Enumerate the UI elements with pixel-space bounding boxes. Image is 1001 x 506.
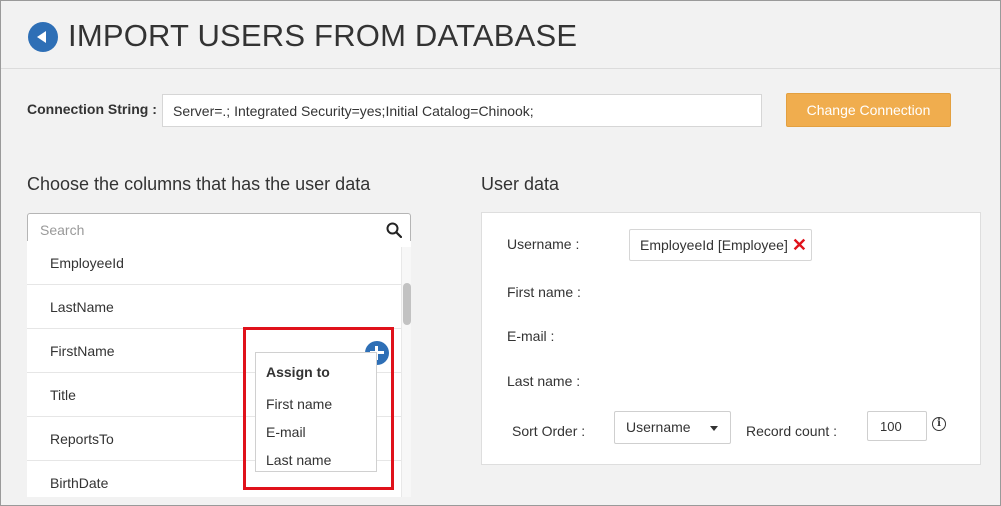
username-tag-text: EmployeeId [Employee]	[640, 237, 788, 253]
last-name-label: Last name :	[507, 373, 581, 389]
remove-x-icon[interactable]: ✕	[792, 230, 807, 260]
scrollbar-thumb[interactable]	[403, 283, 411, 325]
connection-string-input[interactable]	[162, 94, 762, 127]
user-data-heading: User data	[481, 174, 560, 194]
columns-heading: Choose the columns that has the user dat…	[27, 174, 371, 194]
sort-order-value: Username	[626, 419, 691, 435]
record-count-input[interactable]	[867, 411, 927, 441]
username-label: Username :	[507, 236, 580, 252]
assign-menu-title: Assign to	[266, 364, 330, 380]
change-connection-button[interactable]: Change Connection	[786, 93, 951, 127]
connection-string-label: Connection String :	[27, 101, 157, 117]
assign-option-first-name[interactable]: First name	[266, 396, 332, 412]
sort-order-select[interactable]: Username	[614, 411, 731, 444]
assign-to-menu: Assign to First name E-mail Last name	[255, 352, 377, 472]
back-arrow-icon[interactable]	[28, 22, 58, 52]
search-icon[interactable]	[386, 222, 402, 238]
column-item[interactable]: EmployeeId	[27, 241, 401, 285]
column-item[interactable]: LastName	[27, 285, 401, 329]
chevron-down-icon	[710, 426, 718, 431]
record-count-label: Record count :	[746, 423, 838, 439]
assign-option-email[interactable]: E-mail	[266, 424, 306, 440]
username-tag: EmployeeId [Employee] ✕	[629, 229, 812, 261]
info-icon[interactable]: i	[932, 417, 946, 431]
email-label: E-mail :	[507, 328, 555, 344]
page-title: IMPORT USERS FROM DATABASE	[68, 18, 578, 53]
page-header: IMPORT USERS FROM DATABASE	[1, 1, 1000, 69]
first-name-label: First name :	[507, 284, 581, 300]
sort-order-label: Sort Order :	[512, 423, 586, 439]
assign-option-last-name[interactable]: Last name	[266, 452, 331, 468]
